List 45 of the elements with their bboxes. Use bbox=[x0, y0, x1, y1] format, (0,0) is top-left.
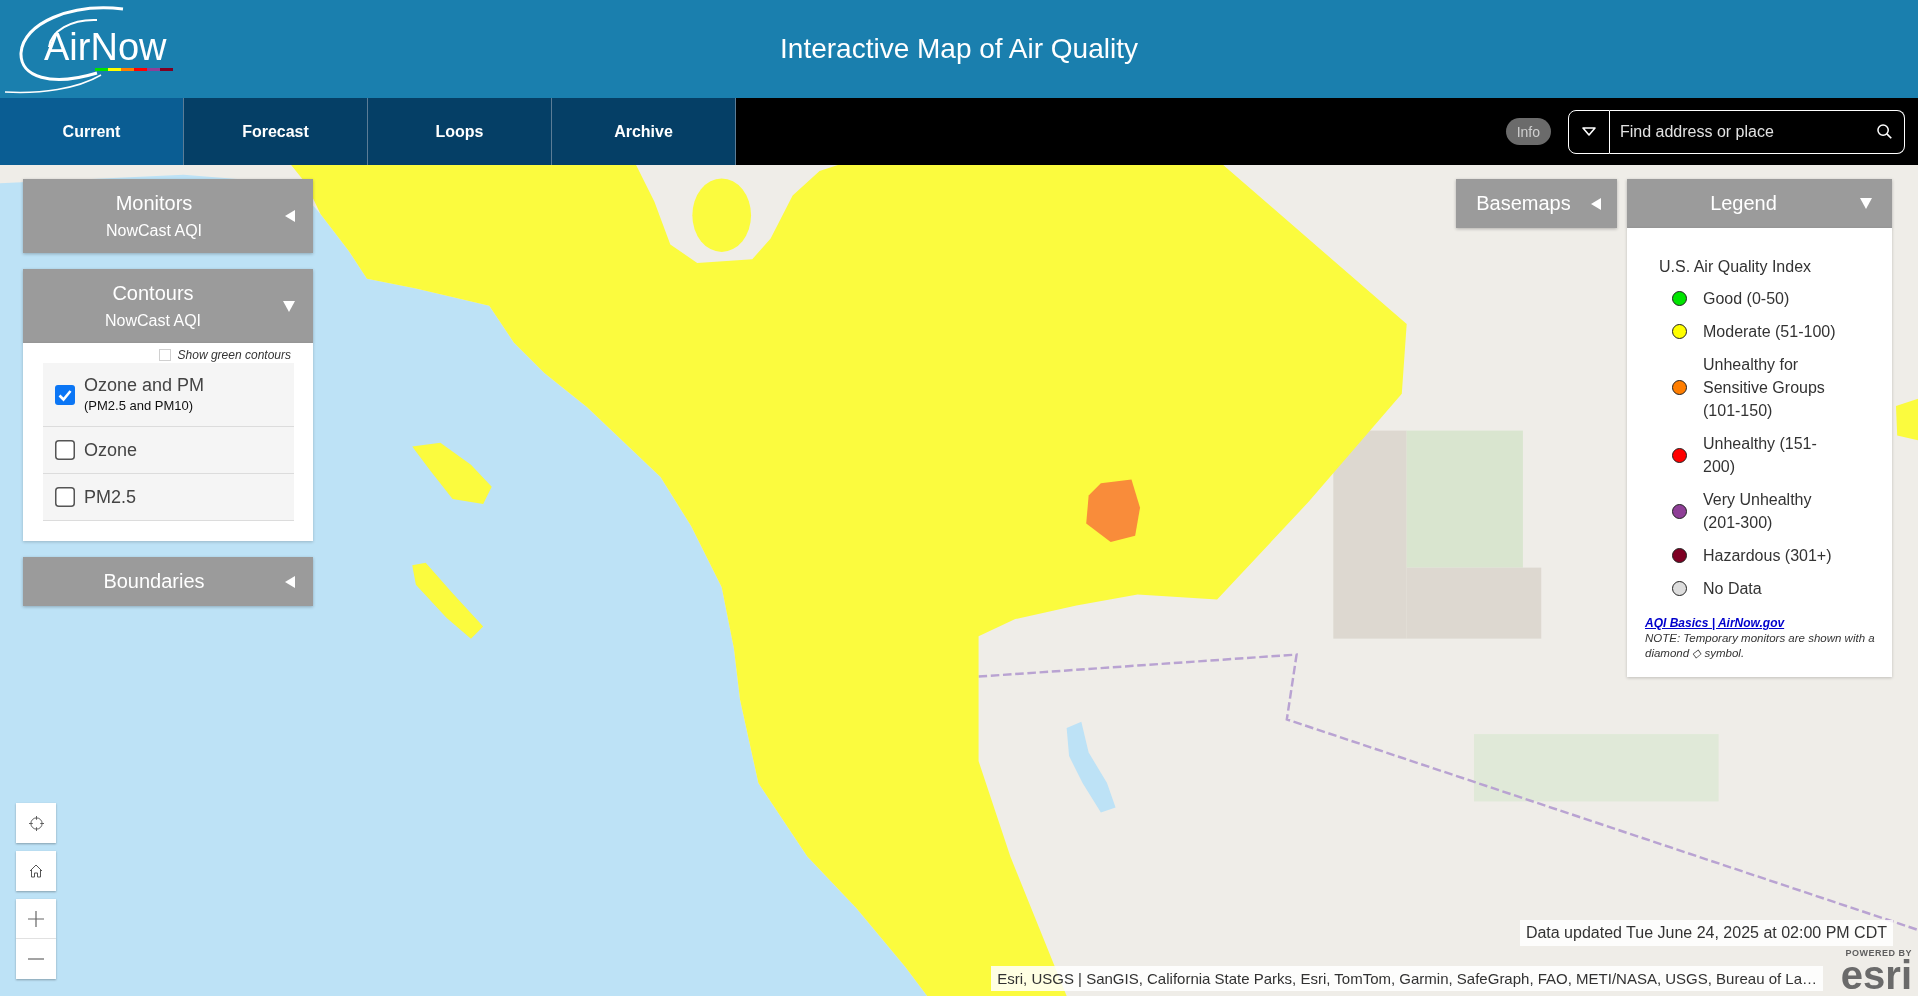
checkbox[interactable] bbox=[55, 487, 75, 507]
locate-button[interactable] bbox=[16, 803, 56, 843]
checkbox[interactable] bbox=[55, 384, 75, 405]
map-attribution: Esri, USGS | SanGIS, California State Parks, Esri, TomTom, Garmin, SafeGraph, FAO, METI/NASA, USGS, Bureau of La… bbox=[991, 966, 1823, 991]
data-updated-label: Data updated Tue June 24, 2025 at 02:00 PM CDT bbox=[1519, 920, 1893, 946]
minus-icon bbox=[28, 958, 44, 960]
option-row[interactable]: Ozone and PM (PM2.5 and PM10) bbox=[43, 363, 294, 427]
legend-note: NOTE: Temporary monitors are shown with a diamond ◇ symbol. bbox=[1645, 631, 1876, 661]
search-icon bbox=[1877, 124, 1892, 139]
air-quality-contour bbox=[1896, 398, 1918, 441]
aqi-level-label: Unhealthy (151-200) bbox=[1703, 434, 1818, 477]
legend-heading: U.S. Air Quality Index bbox=[1659, 257, 1813, 277]
nav-tab[interactable]: Loops bbox=[368, 98, 552, 165]
option-label: Ozone and PM bbox=[84, 374, 205, 397]
caret-icon bbox=[1582, 127, 1596, 136]
aqi-basics-link[interactable]: AQI Basics | AirNow.gov bbox=[1645, 616, 1785, 630]
aqi-level-label: No Data bbox=[1703, 579, 1763, 599]
nav-tab[interactable]: Forecast bbox=[184, 98, 368, 165]
aqi-level-label: Hazardous (301+) bbox=[1703, 546, 1833, 566]
option-row[interactable]: Ozone bbox=[43, 427, 294, 474]
home-button[interactable] bbox=[16, 851, 56, 891]
aqi-level-label: Moderate (51-100) bbox=[1703, 322, 1837, 342]
checkbox[interactable] bbox=[55, 440, 75, 460]
search-options-button[interactable] bbox=[1568, 109, 1610, 154]
plus-icon bbox=[28, 910, 44, 927]
search-button[interactable] bbox=[1865, 109, 1905, 154]
aqi-level-label: Good (0-50) bbox=[1703, 289, 1791, 309]
checkbox-label: Show green contours bbox=[177, 348, 291, 362]
option-row[interactable]: PM2.5 bbox=[43, 474, 294, 521]
nav-tab[interactable]: Archive bbox=[552, 98, 736, 165]
rainbow-stripe-icon bbox=[95, 68, 173, 71]
home-icon bbox=[29, 864, 43, 878]
search-field[interactable]: Find address or place bbox=[1610, 109, 1865, 154]
locate-icon bbox=[28, 815, 44, 831]
aqi-level-label: Unhealthy for Sensitive Groups (101-150) bbox=[1703, 355, 1826, 421]
nav-tab[interactable]: Current bbox=[0, 98, 184, 165]
powered-by-caption: POWERED BY bbox=[1845, 948, 1912, 958]
aqi-level-label: Very Unhealthy (201-300) bbox=[1703, 490, 1813, 533]
option-label: Ozone bbox=[84, 438, 138, 462]
logo-wordmark: AirNow bbox=[44, 27, 167, 67]
option-label: PM2.5 bbox=[84, 485, 137, 509]
info-button[interactable]: Info bbox=[1505, 118, 1551, 145]
map-provider-wordmark: esri bbox=[1840, 958, 1912, 992]
option-note: (PM2.5 and PM10) bbox=[84, 397, 195, 415]
page-title: Interactive Map of Air Quality bbox=[780, 33, 1138, 65]
